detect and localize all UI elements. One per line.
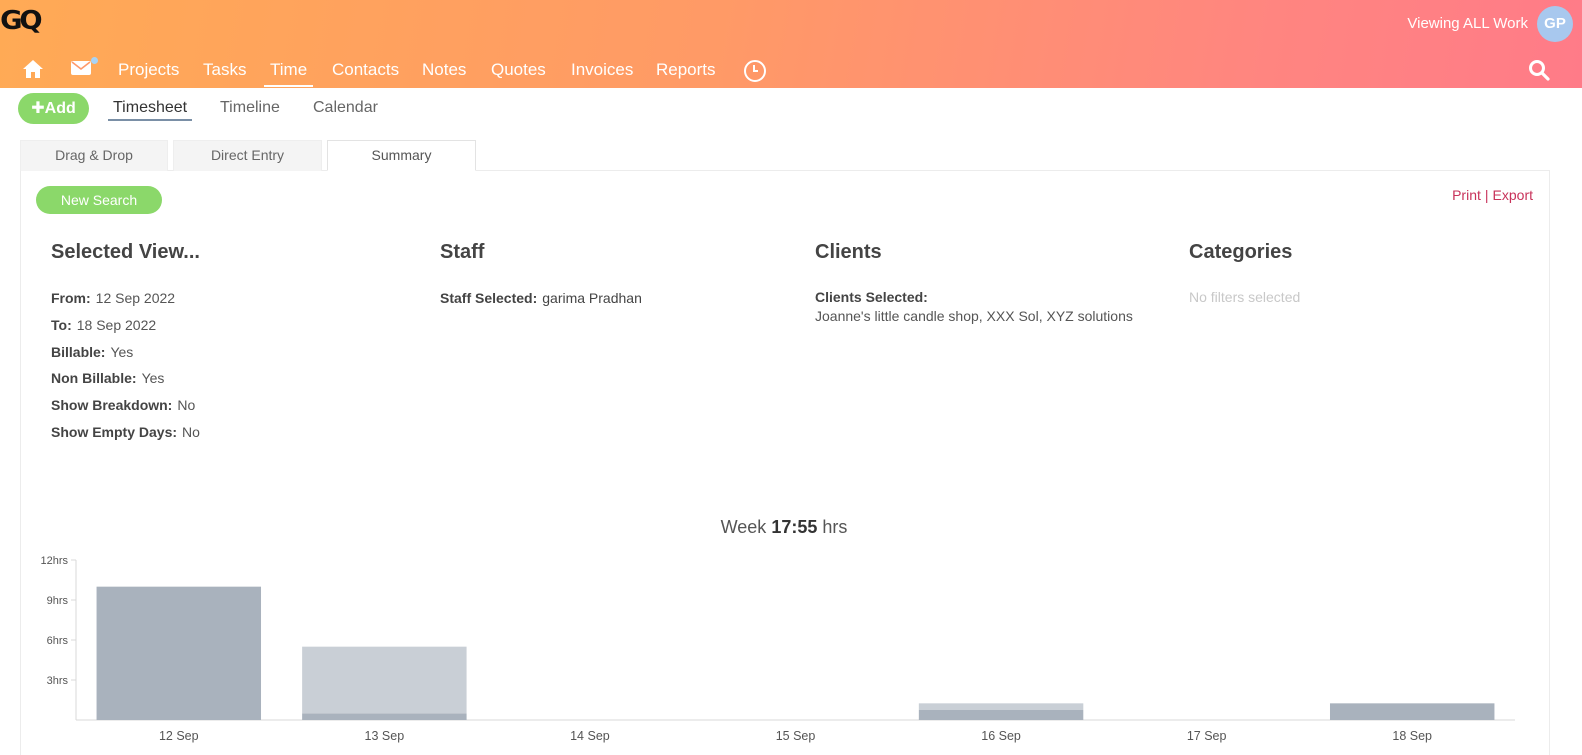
app-logo[interactable]: GQ: [0, 6, 43, 36]
filter-value: Yes: [141, 370, 165, 387]
filter-label: To:: [51, 316, 72, 333]
chart-bar: [1329, 703, 1495, 720]
add-button-label: Add: [44, 100, 76, 117]
home-icon[interactable]: [22, 59, 44, 84]
clients-selected: Clients Selected: Joanne's little candle…: [815, 289, 1133, 324]
filter-value: No: [177, 397, 196, 414]
mail-icon[interactable]: [71, 57, 98, 81]
tab-timeline[interactable]: Timeline: [220, 99, 280, 117]
nav-time[interactable]: Time: [263, 60, 314, 87]
week-total: Week 17:55 hrs: [0, 517, 1568, 538]
filter-row: From: 12 Sep 2022: [51, 290, 200, 317]
x-tick-label: 15 Sep: [776, 729, 816, 743]
clients-title: Clients: [815, 241, 882, 263]
unread-dot: [91, 57, 98, 64]
tab-direct-entry[interactable]: Direct Entry: [173, 140, 322, 171]
staff-title: Staff: [440, 241, 485, 263]
export-link[interactable]: Export: [1493, 187, 1533, 203]
filter-row: Billable: Yes: [51, 344, 200, 371]
nav-reports[interactable]: Reports: [656, 60, 716, 80]
y-tick-label: 6hrs: [47, 635, 69, 647]
filter-row: Non Billable: Yes: [51, 370, 200, 397]
viewing-scope-label[interactable]: Viewing ALL Work: [1407, 15, 1528, 32]
nav-quotes[interactable]: Quotes: [491, 60, 546, 80]
selected-view-title: Selected View...: [51, 241, 200, 263]
filter-value: Yes: [110, 343, 134, 360]
clients-selected-label: Clients Selected:: [815, 289, 928, 305]
x-tick-label: 12 Sep: [159, 729, 199, 743]
filter-value: 12 Sep 2022: [95, 290, 176, 306]
filter-label: Show Empty Days:: [51, 423, 178, 440]
main-nav: Projects Tasks Time Contacts Notes Quote…: [0, 54, 1582, 88]
x-tick-label: 17 Sep: [1187, 729, 1227, 743]
filter-value: No: [182, 423, 200, 440]
staff-selected-value: garima Pradhan: [542, 290, 642, 306]
categories-title: Categories: [1189, 241, 1293, 263]
filter-row: Show Empty Days: No: [51, 424, 200, 451]
week-prefix: Week: [720, 517, 767, 537]
nav-contacts[interactable]: Contacts: [332, 60, 399, 80]
nav-tasks[interactable]: Tasks: [203, 60, 246, 80]
chart-bar: [918, 710, 1084, 720]
filter-label: Non Billable:: [51, 370, 137, 387]
search-icon[interactable]: [1528, 59, 1550, 86]
user-avatar[interactable]: GP: [1537, 6, 1573, 42]
nav-invoices[interactable]: Invoices: [571, 60, 633, 80]
x-tick-label: 13 Sep: [365, 729, 405, 743]
weekly-hours-chart: 3hrs 6hrs 9hrs 12hrs 12 Sep 13 Sep 14 Sep 15 Se…: [40, 555, 1515, 743]
filter-label: From:: [51, 290, 91, 306]
print-export-links: Print | Export: [1452, 187, 1533, 203]
chart-bar: [302, 646, 467, 714]
filter-row: To: 18 Sep 2022: [51, 317, 200, 344]
categories-empty-text: No filters selected: [1189, 289, 1301, 305]
y-tick-label: 3hrs: [47, 675, 69, 687]
filter-label: Show Breakdown:: [51, 397, 173, 414]
filter-row: Show Breakdown: No: [51, 397, 200, 424]
chart-bar: [96, 586, 262, 720]
filter-label: Billable:: [51, 343, 106, 360]
filter-value: 18 Sep 2022: [76, 316, 157, 333]
x-tick-label: 18 Sep: [1392, 729, 1432, 743]
link-separator: |: [1484, 187, 1489, 203]
tab-drag-drop[interactable]: Drag & Drop: [20, 140, 168, 171]
clients-selected-value: Joanne's little candle shop, XXX Sol, XY…: [815, 308, 1133, 324]
new-search-button[interactable]: New Search: [36, 186, 162, 214]
tab-timesheet[interactable]: Timesheet: [107, 99, 193, 121]
tab-summary[interactable]: Summary: [327, 140, 476, 171]
chart-bar: [302, 713, 467, 720]
selected-view-filters: From: 12 Sep 2022 To: 18 Sep 2022 Billable…: [51, 290, 200, 451]
nav-notes[interactable]: Notes: [422, 60, 466, 80]
tab-calendar[interactable]: Calendar: [313, 99, 378, 117]
nav-projects[interactable]: Projects: [118, 60, 179, 80]
x-tick-label: 16 Sep: [981, 729, 1021, 743]
print-link[interactable]: Print: [1452, 187, 1481, 203]
staff-selected-label: Staff Selected:: [440, 290, 538, 306]
y-tick-label: 9hrs: [47, 595, 69, 607]
y-tick-label: 12hrs: [40, 555, 68, 567]
staff-selected: Staff Selected: garima Pradhan: [440, 290, 642, 306]
add-button[interactable]: ✚Add: [18, 93, 89, 124]
x-tick-label: 14 Sep: [570, 729, 610, 743]
week-suffix: hrs: [822, 517, 848, 537]
clock-icon[interactable]: [744, 60, 766, 82]
chart-bar: [918, 703, 1084, 710]
top-header: GQ Viewing ALL Work GP Projects Tasks Ti…: [0, 0, 1582, 88]
week-total-hours: 17:55: [771, 517, 818, 537]
